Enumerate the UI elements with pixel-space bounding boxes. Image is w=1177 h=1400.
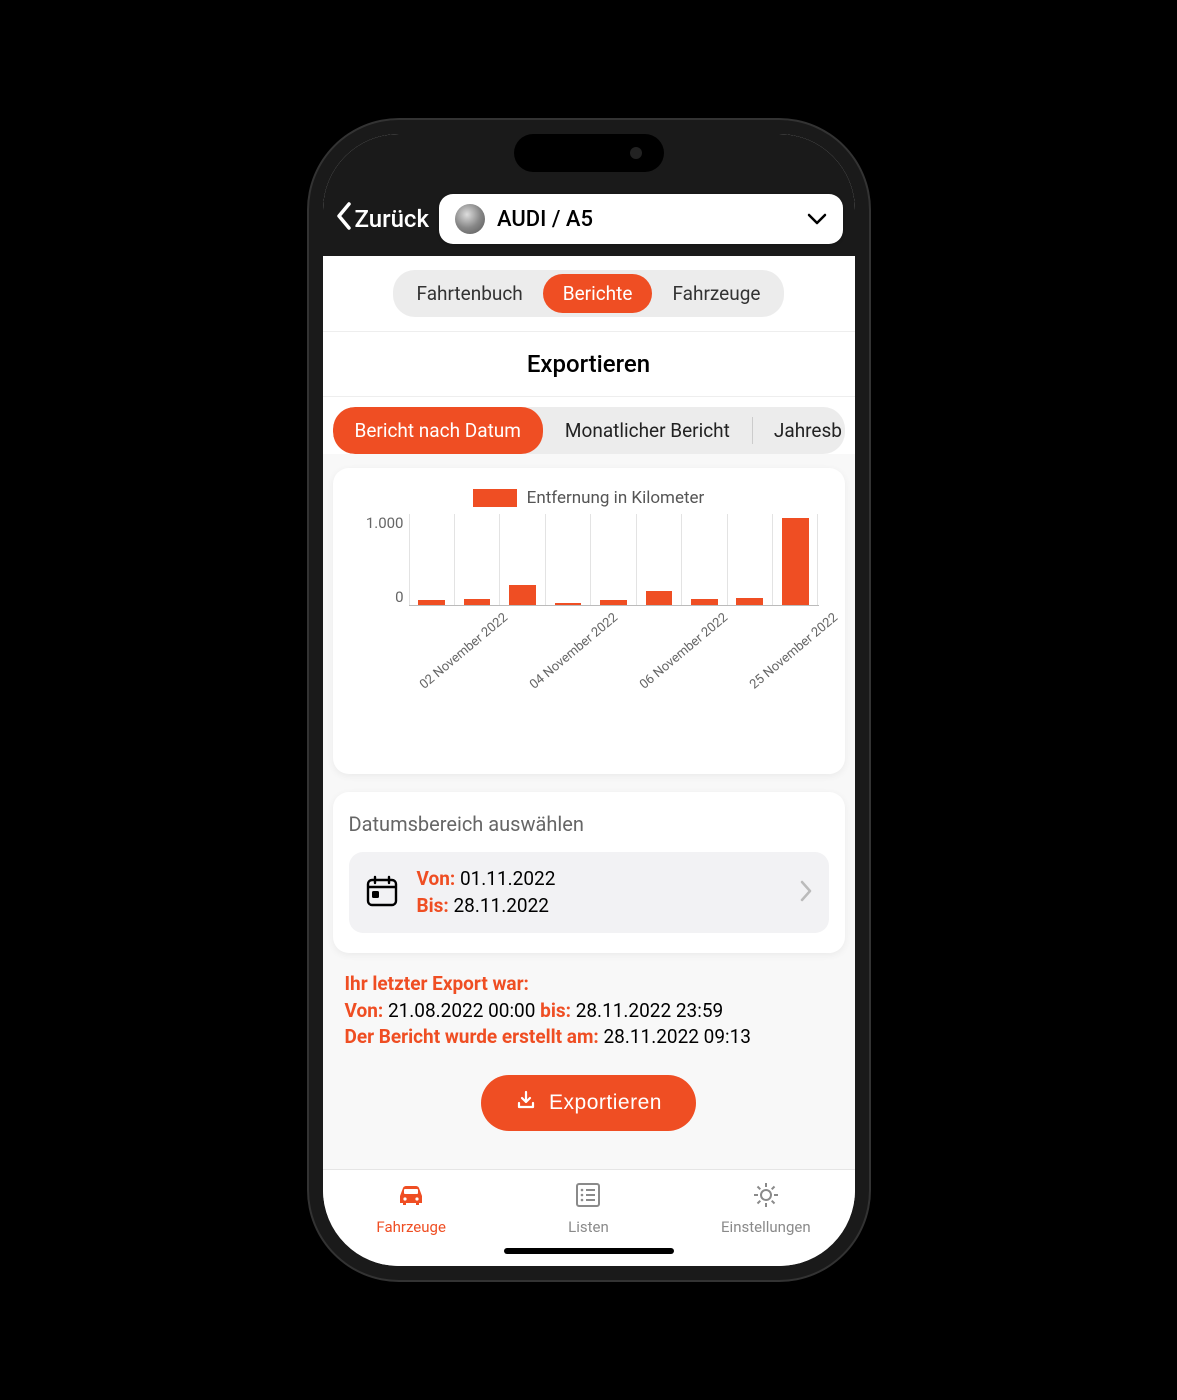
- chart-bar: [681, 514, 726, 605]
- report-type-segmented: Bericht nach Datum Monatlicher Bericht J…: [323, 397, 855, 454]
- last-export-to-label: bis:: [540, 999, 571, 1022]
- tab-jahresbericht[interactable]: Jahresb: [752, 407, 845, 454]
- download-icon: [515, 1089, 537, 1117]
- tab-monatlicher-bericht[interactable]: Monatlicher Bericht: [543, 407, 752, 454]
- tab-berichte[interactable]: Berichte: [543, 274, 653, 313]
- tab-fahrzeuge-bottom[interactable]: Fahrzeuge: [323, 1180, 500, 1236]
- from-value: 01.11.2022: [460, 867, 555, 890]
- tab-label: Einstellungen: [721, 1218, 811, 1236]
- chart-card: Entfernung in Kilometer 1.000 0 02 Novem…: [333, 468, 845, 774]
- tab-einstellungen[interactable]: Einstellungen: [677, 1180, 854, 1236]
- content-scroll[interactable]: Fahrtenbuch Berichte Fahrzeuge Exportier…: [323, 256, 855, 1169]
- main-segmented-control: Fahrtenbuch Berichte Fahrzeuge: [323, 256, 855, 332]
- chart-bar: [772, 514, 818, 605]
- last-export-created-label: Der Bericht wurde erstellt am:: [345, 1025, 599, 1048]
- legend-swatch-icon: [473, 489, 517, 507]
- vehicle-label: AUDI / A5: [497, 207, 795, 232]
- chevron-down-icon: [807, 210, 827, 229]
- date-range-card: Datumsbereich auswählen Von: 01.11.2022 …: [333, 792, 845, 953]
- tab-bericht-nach-datum[interactable]: Bericht nach Datum: [333, 407, 543, 454]
- tab-fahrzeuge[interactable]: Fahrzeuge: [652, 274, 780, 313]
- from-label: Von:: [417, 867, 456, 890]
- date-range-picker[interactable]: Von: 01.11.2022 Bis: 28.11.2022: [349, 852, 829, 933]
- list-icon: [571, 1180, 605, 1214]
- vehicle-selector[interactable]: AUDI / A5: [439, 194, 843, 244]
- chart-bar: [545, 514, 590, 605]
- home-indicator: [504, 1248, 674, 1254]
- y-tick: 0: [349, 588, 404, 606]
- last-export-created-value: 28.11.2022 09:13: [603, 1025, 750, 1048]
- chevron-left-icon: [335, 202, 353, 236]
- car-icon: [394, 1180, 428, 1214]
- chart-bar: [499, 514, 544, 605]
- chart-plot: 1.000 0 02 November 202204 November 2022…: [409, 514, 819, 644]
- vehicle-avatar-icon: [455, 204, 485, 234]
- chart-bar: [636, 514, 681, 605]
- to-value: 28.11.2022: [454, 894, 549, 917]
- date-range-text: Von: 01.11.2022 Bis: 28.11.2022: [417, 866, 781, 919]
- chart-bar: [590, 514, 635, 605]
- tab-fahrtenbuch[interactable]: Fahrtenbuch: [397, 274, 543, 313]
- tab-label: Fahrzeuge: [376, 1218, 445, 1236]
- last-export-header: Ihr letzter Export war:: [345, 971, 833, 998]
- gear-icon: [749, 1180, 783, 1214]
- to-label: Bis:: [417, 894, 449, 917]
- export-button[interactable]: Exportieren: [481, 1075, 696, 1131]
- export-button-label: Exportieren: [549, 1091, 662, 1115]
- date-range-section-label: Datumsbereich auswählen: [349, 812, 829, 836]
- tab-label: Listen: [568, 1218, 609, 1236]
- chevron-right-icon: [799, 880, 813, 906]
- chart-bar: [454, 514, 499, 605]
- last-export-from-value: 21.08.2022 00:00: [388, 999, 535, 1022]
- last-export-to-value: 28.11.2022 23:59: [576, 999, 723, 1022]
- phone-frame: Zurück AUDI / A5 Fahrtenbuch Berichte Fa…: [309, 120, 869, 1280]
- legend-label: Entfernung in Kilometer: [527, 488, 705, 508]
- calendar-icon: [365, 874, 399, 912]
- chart-bar: [727, 514, 772, 605]
- last-export-info: Ihr letzter Export war: Von: 21.08.2022 …: [323, 971, 855, 1069]
- y-tick: 1.000: [349, 514, 404, 532]
- chart-bar: [409, 514, 454, 605]
- back-button[interactable]: Zurück: [335, 202, 429, 236]
- last-export-from-label: Von:: [345, 999, 384, 1022]
- tab-listen[interactable]: Listen: [500, 1180, 677, 1236]
- back-label: Zurück: [355, 205, 429, 233]
- chart-legend: Entfernung in Kilometer: [349, 488, 829, 508]
- device-notch: [514, 134, 664, 172]
- screen: Zurück AUDI / A5 Fahrtenbuch Berichte Fa…: [323, 134, 855, 1266]
- page-title: Exportieren: [323, 332, 855, 397]
- y-axis: 1.000 0: [349, 514, 404, 606]
